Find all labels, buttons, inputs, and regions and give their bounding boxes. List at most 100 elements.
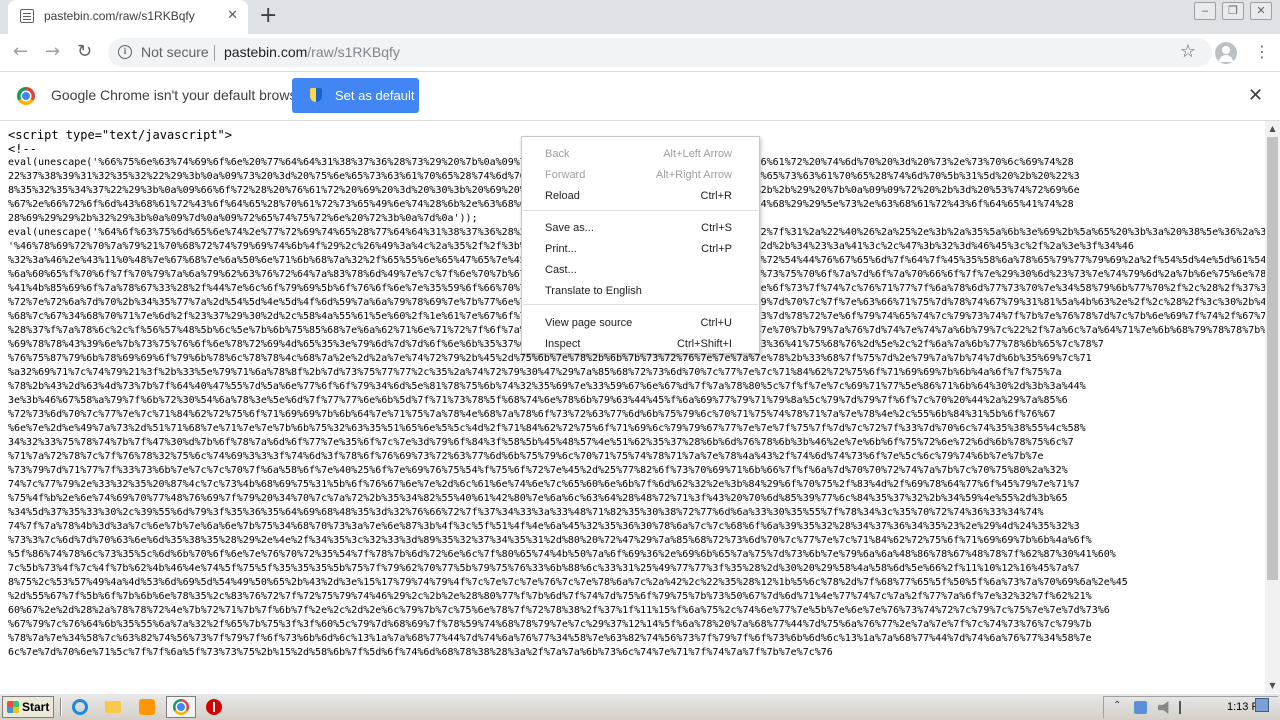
vertical-scrollbar[interactable]: ▲ ▼ xyxy=(1265,121,1280,693)
context-menu: Back Alt+Left Arrow Forward Alt+Right Arrow… xyxy=(521,136,760,354)
menu-item-label: Translate to English xyxy=(545,285,642,297)
taskbar-divider xyxy=(60,698,62,716)
code-line: 60%67%2e%2d%28%2a%78%78%72%4e%7b%72%71%7… xyxy=(8,605,1110,616)
infobar-message: Google Chrome isn't your default browser xyxy=(51,87,309,103)
restore-button[interactable]: ❐ xyxy=(1222,2,1244,20)
code-line: %34%5d%37%35%33%30%2c%39%55%6d%79%3f%35%… xyxy=(8,507,1044,518)
back-button[interactable]: ← xyxy=(13,42,28,62)
url-path: /raw/s1RKBqfy xyxy=(307,44,400,60)
browser-toolbar: ← → ↻ i Not secure pastebin.com/raw/s1RK… xyxy=(0,34,1280,72)
code-line: 74%7f%7a%78%4b%3d%3a%7c%6e%7b%7e%6a%6e%7… xyxy=(8,521,1080,532)
context-menu-item-back: Back Alt+Left Arrow xyxy=(522,145,759,165)
code-line: %78%7a%7e%34%58%7c%63%82%74%56%73%7f%79%… xyxy=(8,633,1092,644)
start-label: Start xyxy=(22,700,50,714)
url-host: pastebin.com xyxy=(224,44,308,60)
menu-item-shortcut: Alt+Left Arrow xyxy=(663,148,732,160)
default-browser-infobar: Google Chrome isn't your default browser… xyxy=(0,72,1280,121)
menu-item-label: Back xyxy=(545,148,570,160)
menu-item-label: Forward xyxy=(545,169,586,181)
system-tray: ⌃ 1:13 PM xyxy=(1103,696,1278,718)
context-menu-item-inspect[interactable]: Inspect Ctrl+Shift+I xyxy=(522,335,759,355)
menu-item-label: Print... xyxy=(545,243,577,255)
chrome-taskbar-button[interactable] xyxy=(166,696,196,718)
scroll-up-arrow-icon[interactable]: ▲ xyxy=(1265,121,1280,136)
windows-taskbar: Start ⌃ 1:13 PM xyxy=(0,693,1280,720)
media-player-icon[interactable] xyxy=(139,699,155,715)
chrome-menu-icon[interactable]: ⋮ xyxy=(1254,42,1270,62)
code-line: 34%32%33%75%78%74%7b%7f%47%30%d%7b%6f%78… xyxy=(8,437,1074,448)
menu-item-label: Inspect xyxy=(545,338,581,350)
menu-separator xyxy=(523,304,758,305)
tab-title: pastebin.com/raw/s1RKBqfy xyxy=(44,9,195,23)
chrome-icon xyxy=(173,699,189,715)
context-menu-item-forward: Forward Alt+Right Arrow xyxy=(522,166,759,186)
code-line: %2d%55%67%7f%5b%6f%7b%6b%6e%78%35%2c%83%… xyxy=(8,591,1092,602)
code-line: 8%75%2c%53%57%49%4a%4d%53%6d%69%5d%54%49… xyxy=(8,577,1128,588)
code-line: %5f%86%74%78%6c%73%35%5c%6d%6b%70%6f%6e%… xyxy=(8,549,1116,560)
code-line: 74%7c%77%79%2e%33%32%35%20%87%4c%7c%73%4… xyxy=(8,479,1080,490)
bookmark-star-icon[interactable]: ☆ xyxy=(1180,41,1196,62)
code-line: %a32%69%71%7c%74%79%21%3f%2b%33%5e%79%71… xyxy=(8,367,1062,378)
code-line: %73%79%7d%71%77%7f%33%73%6b%7e%7c%7c%70%… xyxy=(8,465,1068,476)
menu-item-shortcut: Ctrl+Shift+I xyxy=(676,338,732,350)
forward-button[interactable]: → xyxy=(45,42,60,62)
code-line: 3e%3b%46%67%58%a%79%7f%6b%72%30%54%6a%78… xyxy=(8,395,1068,406)
minimize-button[interactable]: ‒ xyxy=(1194,2,1216,20)
menu-item-shortcut: Ctrl+R xyxy=(700,190,732,202)
menu-item-shortcut: Ctrl+S xyxy=(701,222,732,234)
not-secure-label[interactable]: Not secure xyxy=(141,44,209,60)
menu-item-shortcut: Ctrl+U xyxy=(700,317,732,329)
network-icon[interactable] xyxy=(1134,701,1147,714)
folder-icon[interactable] xyxy=(105,701,121,713)
context-menu-item-cast[interactable]: Cast... xyxy=(522,261,759,281)
action-center-flag-icon[interactable] xyxy=(1179,701,1192,714)
shield-icon xyxy=(310,88,322,102)
menu-item-label: Cast... xyxy=(545,264,577,276)
context-menu-item-translate-to-english[interactable]: Translate to English xyxy=(522,282,759,302)
internet-explorer-icon[interactable] xyxy=(72,699,88,715)
start-button[interactable]: Start xyxy=(2,696,54,718)
context-menu-item-view-page-source[interactable]: View page source Ctrl+U xyxy=(522,314,759,334)
context-menu-item-reload[interactable]: Reload Ctrl+R xyxy=(522,187,759,207)
code-line: %75%4f%b%2e%6e%74%69%70%77%48%76%69%7f%7… xyxy=(8,493,1068,504)
address-divider xyxy=(214,45,215,61)
chrome-logo-icon xyxy=(17,87,35,105)
code-line: %71%7a%72%78%7c%7f%76%78%32%75%6c%74%69%… xyxy=(8,451,1044,462)
menu-item-shortcut: Alt+Right Arrow xyxy=(655,169,732,181)
window-close-button[interactable]: ✕ xyxy=(1250,2,1272,20)
red-alert-icon[interactable] xyxy=(206,699,222,715)
scroll-thumb[interactable] xyxy=(1267,137,1278,580)
code-line: %6e%7e%2d%e%49%7a%73%2d%51%71%68%7e%71%7… xyxy=(8,423,1086,434)
site-info-icon[interactable]: i xyxy=(118,45,132,59)
profile-avatar-icon[interactable] xyxy=(1215,42,1237,64)
context-menu-item-save-as[interactable]: Save as... Ctrl+S xyxy=(522,219,759,239)
menu-item-shortcut: Ctrl+P xyxy=(701,243,732,255)
new-tab-button[interactable]: + xyxy=(259,5,277,27)
url-text[interactable]: pastebin.com/raw/s1RKBqfy xyxy=(224,44,400,60)
menu-item-label: Save as... xyxy=(545,222,594,234)
address-bar[interactable]: i Not secure pastebin.com/raw/s1RKBqfy ☆ xyxy=(108,38,1212,67)
show-desktop-icon[interactable] xyxy=(1255,698,1269,712)
reload-button[interactable]: ↻ xyxy=(77,42,92,62)
tab-close-icon[interactable]: ✕ xyxy=(227,8,238,24)
menu-separator xyxy=(523,210,758,211)
menu-item-label: Reload xyxy=(545,190,580,202)
menu-item-label: View page source xyxy=(545,317,633,329)
tray-expand-icon[interactable]: ⌃ xyxy=(1113,700,1121,711)
volume-icon[interactable] xyxy=(1158,701,1169,714)
page-favicon-icon xyxy=(20,9,34,23)
set-as-default-button[interactable]: Set as default xyxy=(292,78,419,113)
infobar-close-icon[interactable]: ✕ xyxy=(1248,85,1263,106)
code-line: 6c%7e%7d%70%6e%71%5c%7f%7f%6a%5f%73%73%7… xyxy=(8,647,833,658)
set-as-default-label: Set as default xyxy=(335,88,415,103)
code-line: %67%79%7c%76%64%6b%35%55%6a%7a%32%2f%65%… xyxy=(8,619,1092,630)
scroll-down-arrow-icon[interactable]: ▼ xyxy=(1265,678,1280,693)
code-line: %78%2b%43%2d%63%4d%73%7b%7f%64%40%47%55%… xyxy=(8,381,1086,392)
tab-strip: pastebin.com/raw/s1RKBqfy ✕ + ‒ ❐ ✕ xyxy=(0,0,1280,34)
code-line: %72%73%6d%70%7c%77%7e%7c%71%84%62%72%75%… xyxy=(8,409,1056,420)
window-controls: ‒ ❐ ✕ xyxy=(1194,2,1272,20)
context-menu-item-print[interactable]: Print... Ctrl+P xyxy=(522,240,759,260)
windows-flag-icon xyxy=(7,701,19,713)
code-line: 7c%5b%73%4f%7c%4f%7b%62%4b%46%4e%74%5f%7… xyxy=(8,563,1080,574)
browser-tab[interactable]: pastebin.com/raw/s1RKBqfy ✕ xyxy=(8,0,248,34)
